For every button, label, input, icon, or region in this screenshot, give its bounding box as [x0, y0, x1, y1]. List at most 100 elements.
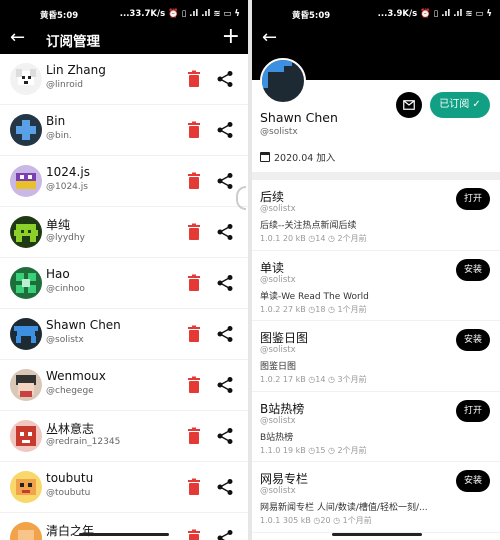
gesture-bar: [332, 533, 422, 536]
avatar: [10, 369, 42, 401]
back-arrow-icon[interactable]: ←: [10, 28, 25, 48]
plugin-action-button[interactable]: 安装: [456, 470, 490, 492]
user-handle: @linroid: [46, 80, 83, 90]
delete-icon[interactable]: [186, 70, 202, 88]
subscription-row[interactable]: Lin Zhang @linroid: [0, 54, 248, 105]
avatar: [10, 522, 42, 540]
section-gap: [252, 172, 500, 180]
avatar: [10, 267, 42, 299]
plugin-action-button[interactable]: 打开: [456, 399, 490, 422]
user-name: Shawn Chen: [46, 318, 121, 332]
plugin-description: 后续--关注热点新闻后续: [260, 221, 357, 231]
delete-icon[interactable]: [186, 121, 202, 139]
subscription-row[interactable]: toubutu @toubutu: [0, 462, 248, 513]
avatar: [10, 165, 42, 197]
user-name: Lin Zhang: [46, 63, 106, 77]
share-icon[interactable]: [216, 325, 234, 343]
status-time: 黄昏5:09: [40, 11, 79, 21]
avatar: [10, 471, 42, 503]
plugin-title: 后续: [260, 190, 285, 204]
plugin-title: 网易专栏: [260, 472, 309, 486]
delete-icon[interactable]: [186, 325, 202, 343]
plugin-action-button[interactable]: 安装: [456, 329, 490, 351]
join-date: 2020.04 加入: [260, 150, 335, 164]
calendar-icon: [260, 152, 270, 162]
subscription-row[interactable]: Bin @bin.: [0, 105, 248, 156]
plugin-item[interactable]: 后续 @solistx 后续--关注热点新闻后续 1.0.1 20 kB ◷14 ◷ …: [252, 180, 500, 251]
delete-icon[interactable]: [186, 427, 202, 445]
plugin-meta: 1.0.2 17 kB ◷14 ◷ 3个月前: [260, 375, 367, 384]
plugin-item[interactable]: B站热榜 @solistx B站热榜 1.1.0 19 kB ◷15 ◷ 2个月前 打开: [252, 392, 500, 462]
mail-icon: [403, 100, 415, 110]
status-indicators: ...33.7K/s ⏰ ▯ .ıl .ıl ≋ ▭ ϟ: [119, 9, 240, 19]
share-icon[interactable]: [216, 121, 234, 139]
user-name: Wenmoux: [46, 369, 106, 383]
user-name: toubutu: [46, 471, 94, 485]
subscription-row[interactable]: 丛林意志 @redrain_12345: [0, 411, 248, 462]
add-icon[interactable]: +: [222, 26, 240, 48]
plugin-description: 图鉴日图: [260, 362, 297, 372]
back-arrow-icon[interactable]: ←: [262, 28, 277, 48]
user-handle: @redrain_12345: [46, 437, 121, 447]
delete-icon[interactable]: [186, 478, 202, 496]
share-icon[interactable]: [216, 478, 234, 496]
plugin-item[interactable]: 单读 @solistx 单读-We Read The World 1.0.2 27 k…: [252, 251, 500, 321]
page-title: 订阅管理: [46, 34, 100, 50]
avatar: [10, 114, 42, 146]
plugin-title: B站热榜: [260, 401, 305, 416]
plugin-author: @solistx: [260, 345, 296, 355]
plugin-description: 单读-We Read The World: [260, 291, 369, 302]
user-name: 清白之年: [46, 524, 95, 538]
user-name: 1024.js: [46, 165, 90, 179]
avatar: [10, 420, 42, 452]
mail-button[interactable]: [396, 92, 422, 118]
avatar: [10, 63, 42, 95]
avatar: [10, 216, 42, 248]
status-indicators: ...3.9K/s ⏰ ▯ .ıl .ıl ≋ ▭ ϟ: [377, 9, 492, 19]
subscription-row[interactable]: Wenmoux @chegege: [0, 360, 248, 411]
plugin-author: @solistx: [260, 486, 296, 496]
delete-icon[interactable]: [186, 376, 202, 394]
avatar: [10, 318, 42, 350]
user-handle: @cinhoo: [46, 284, 85, 294]
user-handle: @1024.js: [46, 182, 88, 192]
user-handle: @chegege: [46, 386, 94, 396]
avatar: [260, 58, 306, 104]
plugin-title: 图鉴日图: [260, 331, 309, 345]
share-icon[interactable]: [216, 223, 234, 241]
plugin-action-button[interactable]: 安装: [456, 258, 490, 281]
delete-icon[interactable]: [186, 223, 202, 241]
share-icon[interactable]: [216, 529, 234, 540]
plugin-meta: 1.0.1 305 kB ◷20 ◷ 1个月前: [260, 516, 372, 525]
share-icon[interactable]: [216, 172, 234, 190]
plugin-item[interactable]: 网易专栏 @solistx 网易新闻专栏 人间/数读/槽值/轻松一刻/... 1.0.…: [252, 462, 500, 533]
share-icon[interactable]: [216, 70, 234, 88]
plugin-action-button[interactable]: 打开: [456, 188, 490, 210]
subscription-row[interactable]: Shawn Chen @solistx: [0, 309, 248, 360]
share-icon[interactable]: [216, 376, 234, 394]
delete-icon[interactable]: [186, 172, 202, 190]
user-handle: @lyydhy: [46, 233, 85, 243]
profile-name: Shawn Chen: [260, 110, 338, 125]
plugin-author: @solistx: [260, 415, 296, 426]
delete-icon[interactable]: [186, 274, 202, 292]
share-icon[interactable]: [216, 274, 234, 292]
plugin-author: @solistx: [260, 274, 296, 285]
plugin-description: 网易新闻专栏 人间/数读/槽值/轻松一刻/...: [260, 503, 428, 513]
user-handle: @toubutu: [46, 488, 91, 498]
delete-icon[interactable]: [186, 529, 202, 540]
subscription-management-screen: 黄昏5:09 ...33.7K/s ⏰ ▯ .ıl .ıl ≋ ▭ ϟ ← 订阅…: [0, 0, 248, 540]
gesture-bar: [79, 533, 169, 536]
user-handle: @bin.: [46, 131, 72, 141]
subscribed-button[interactable]: 已订阅 ✓: [430, 92, 490, 118]
plugin-list: 后续 @solistx 后续--关注热点新闻后续 1.0.1 20 kB ◷14 ◷ …: [252, 180, 500, 533]
plugin-item[interactable]: 图鉴日图 @solistx 图鉴日图 1.0.2 17 kB ◷14 ◷ 3个月前 安装: [252, 321, 500, 392]
subscription-row[interactable]: 单纯 @lyydhy: [0, 207, 248, 258]
edge-swipe-indicator: [236, 186, 246, 210]
share-icon[interactable]: [216, 427, 234, 445]
user-name: Bin: [46, 114, 66, 128]
profile-handle: @solistx: [260, 127, 298, 137]
subscription-row[interactable]: Hao @cinhoo: [0, 258, 248, 309]
plugin-meta: 1.0.1 20 kB ◷14 ◷ 2个月前: [260, 234, 367, 243]
subscription-row[interactable]: 1024.js @1024.js: [0, 156, 248, 207]
